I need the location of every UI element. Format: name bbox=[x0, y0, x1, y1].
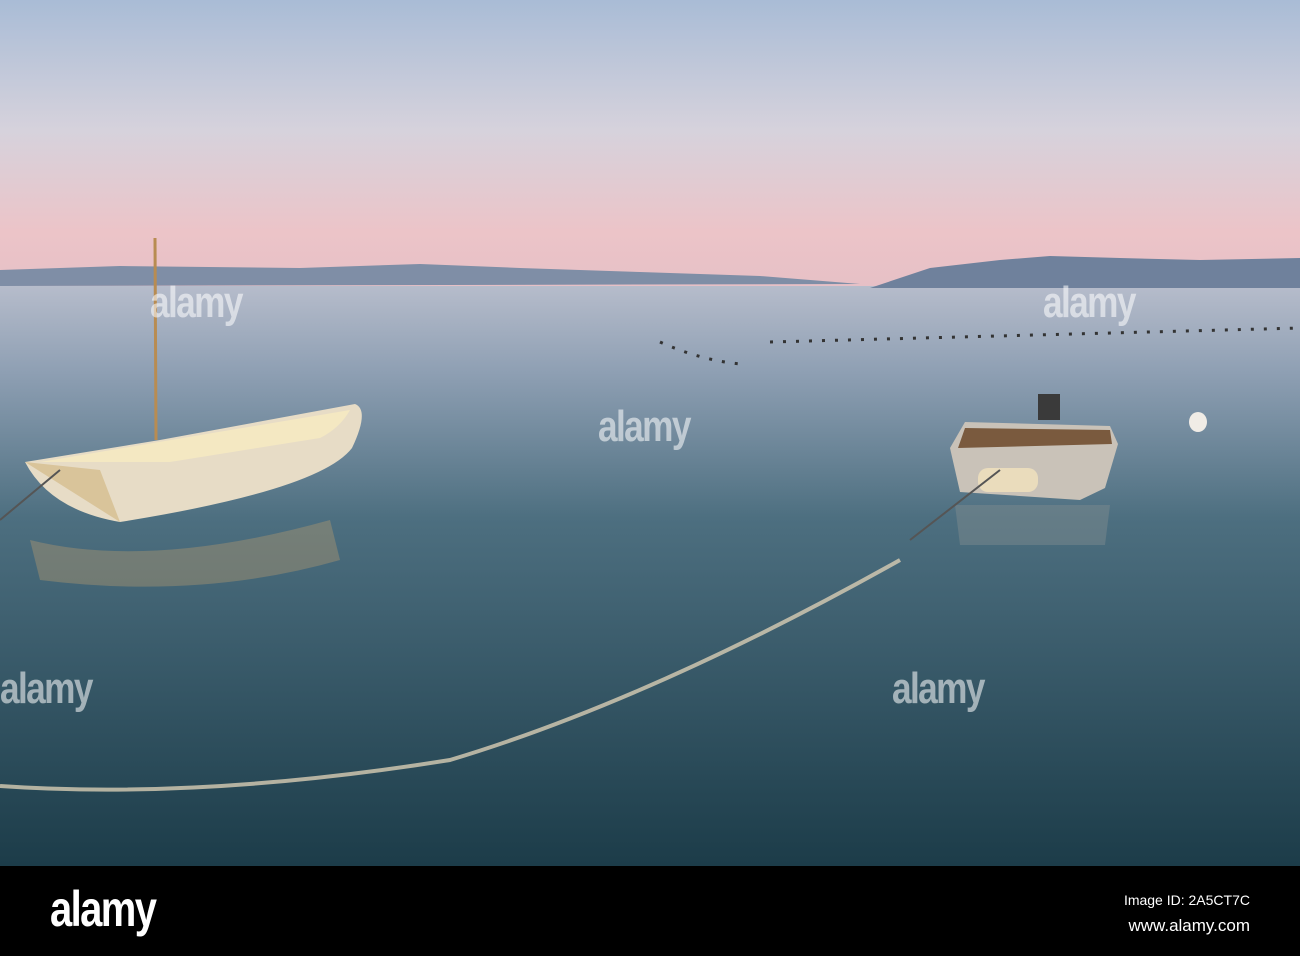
sky bbox=[0, 0, 1300, 290]
photo-frame: alamy alamy alamy alamy alamy alamy Imag… bbox=[0, 0, 1300, 956]
watermark: alamy bbox=[1043, 278, 1136, 327]
watermark: alamy bbox=[892, 664, 985, 713]
watermark: alamy bbox=[150, 278, 243, 327]
watermark: alamy bbox=[0, 664, 93, 713]
image-id: Image ID: 2A5CT7C bbox=[1123, 892, 1250, 908]
footer-bar: alamy Image ID: 2A5CT7C www.alamy.com bbox=[0, 866, 1300, 956]
site-url: www.alamy.com bbox=[1128, 916, 1250, 935]
buoy bbox=[1189, 412, 1207, 432]
alamy-logo: alamy bbox=[50, 881, 157, 937]
watermark: alamy bbox=[598, 402, 691, 451]
